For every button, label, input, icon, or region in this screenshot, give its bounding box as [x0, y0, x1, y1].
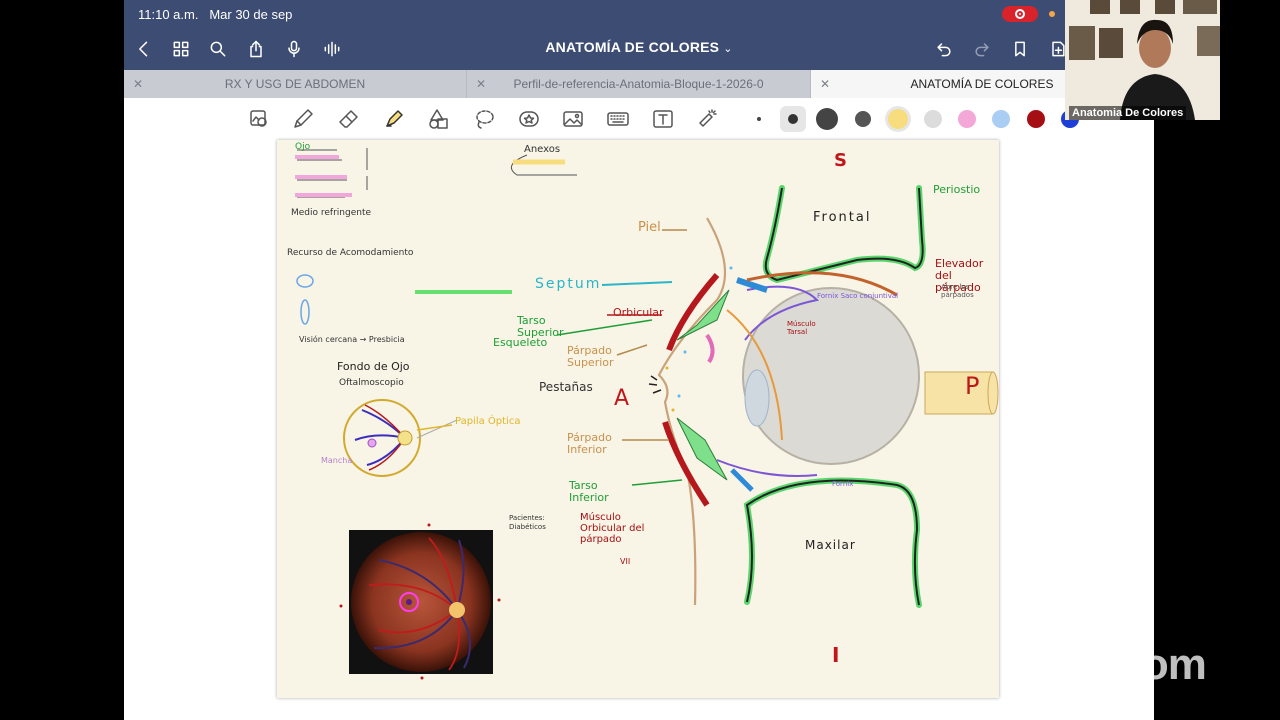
- undo-icon[interactable]: [932, 37, 956, 61]
- color-swatch-medium[interactable]: [780, 106, 806, 132]
- color-swatch-light-blue[interactable]: [989, 107, 1013, 131]
- label-septum: Septum: [535, 276, 602, 292]
- image-icon[interactable]: [560, 106, 586, 132]
- color-swatch-yellow[interactable]: [886, 107, 910, 131]
- sticker-icon[interactable]: [516, 106, 542, 132]
- label-fondo-ojo: Fondo de Ojo: [337, 360, 410, 373]
- color-swatch-gray[interactable]: [851, 107, 875, 131]
- label-frontal: Frontal: [813, 210, 872, 225]
- record-icon: [1015, 9, 1025, 19]
- status-time: 11:10 a.m. Mar 30 de sep: [138, 7, 293, 22]
- label-piel: Piel: [638, 220, 661, 235]
- label-parpado-superior: Párpado Superior: [567, 344, 614, 370]
- pen-icon[interactable]: [290, 106, 316, 132]
- color-swatch-pink[interactable]: [955, 107, 979, 131]
- label-anexos: Anexos: [524, 144, 561, 155]
- label-periostio: Periostio: [933, 183, 981, 196]
- label-fornix-inferior: Fornix: [832, 480, 854, 488]
- notes-app: 11:10 a.m. Mar 30 de sep ANATOMÍA DE COL…: [124, 0, 1154, 720]
- keyboard-icon[interactable]: [605, 106, 631, 132]
- status-bar: 11:10 a.m. Mar 30 de sep: [124, 0, 1154, 28]
- participant-video[interactable]: Anatomia De Colores: [1065, 0, 1220, 120]
- label-medio-refringente: Medio refringente: [291, 208, 372, 218]
- label-orbicular: Orbicular: [613, 306, 664, 319]
- tab-rx-usg[interactable]: ✕ RX Y USG DE ABDOMEN: [124, 70, 467, 98]
- mic-in-use-dot: [1049, 11, 1055, 17]
- bookmark-icon[interactable]: [1008, 37, 1032, 61]
- color-swatch-red[interactable]: [1024, 107, 1048, 131]
- label-posterior: P: [965, 372, 980, 400]
- zoom-logo: zoom: [1095, 640, 1207, 689]
- shapes-icon[interactable]: [426, 106, 452, 132]
- lasso-image-icon[interactable]: [246, 106, 272, 132]
- redo-icon[interactable]: [970, 37, 994, 61]
- label-pacientes: Pacientes: Diabéticos: [509, 514, 546, 532]
- lasso-icon[interactable]: [471, 106, 497, 132]
- canvas-area[interactable]: S I A P Frontal Maxilar Periostio Elevad…: [124, 140, 1154, 720]
- color-swatch-small[interactable]: [747, 107, 771, 131]
- label-tarso-inferior: Tarso Inferior: [569, 479, 609, 505]
- label-ojo: Ojo: [295, 142, 311, 152]
- drawing-toolbar: ✱: [124, 98, 1154, 210]
- recording-indicator[interactable]: [1002, 6, 1038, 22]
- label-musculo-orbicular: Músculo Orbicular del párpado: [580, 512, 645, 545]
- label-recurso: Recurso de Acomodamiento: [287, 248, 414, 258]
- tab-perfil[interactable]: ✕ Perfil-de-referencia-Anatomia-Bloque-1…: [467, 70, 811, 98]
- participant-name: Anatomia De Colores: [1069, 106, 1187, 120]
- notebook-page[interactable]: S I A P Frontal Maxilar Periostio Elevad…: [277, 140, 999, 698]
- color-swatch-black[interactable]: [815, 107, 839, 131]
- participant-avatar: [1065, 0, 1220, 120]
- color-swatch-light-gray[interactable]: [921, 107, 945, 131]
- label-pestanas: Pestañas: [539, 380, 593, 394]
- eraser-icon[interactable]: [336, 106, 362, 132]
- label-mancha: Mancha: [321, 456, 353, 465]
- label-musculo-tarsal: Músculo Tarsal: [787, 320, 816, 336]
- label-fornix-superior: Fornix Saco conjuntival: [817, 292, 899, 300]
- label-inferior: I: [832, 643, 840, 667]
- label-parpado-inferior: Párpado Inferior: [567, 431, 612, 457]
- highlighter-icon[interactable]: [381, 106, 407, 132]
- label-anterior: A: [614, 386, 630, 411]
- document-title[interactable]: ANATOMÍA DE COLORES ⌄: [124, 39, 1154, 55]
- label-vii: VII: [620, 557, 631, 566]
- title-bar: ANATOMÍA DE COLORES ⌄: [124, 28, 1154, 70]
- chevron-down-icon: ⌄: [723, 43, 733, 55]
- label-oftalmoscopio: Oftalmoscopio: [339, 378, 404, 388]
- tab-bar: ✕ RX Y USG DE ABDOMEN ✕ Perfil-de-refere…: [124, 70, 1154, 98]
- label-superior: S: [834, 150, 847, 171]
- label-vision: Visión cercana → Presbicia: [299, 335, 405, 344]
- label-papila: Papila Óptica: [455, 416, 521, 427]
- label-esqueleto: Esqueleto: [493, 336, 548, 349]
- text-icon[interactable]: [650, 106, 676, 132]
- laser-pointer-icon[interactable]: [694, 106, 720, 132]
- label-elevador-note: Abre los párpados: [941, 283, 974, 299]
- label-maxilar: Maxilar: [805, 538, 856, 552]
- fundus-photo[interactable]: [349, 530, 493, 674]
